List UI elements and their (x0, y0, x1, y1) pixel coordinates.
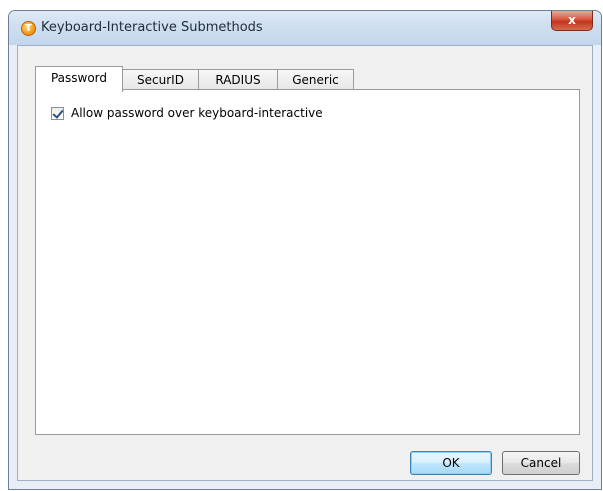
tab-radius[interactable]: RADIUS (198, 69, 278, 90)
allow-password-option[interactable]: Allow password over keyboard-interactive (51, 106, 323, 120)
tab-password[interactable]: Password (35, 66, 123, 92)
app-logo-icon: T (21, 21, 36, 36)
dialog-client-area: Password SecurID RADIUS Generic Allow pa… (17, 45, 593, 481)
title-bar[interactable]: T Keyboard-Interactive Submethods x (9, 11, 601, 45)
tab-panel-password: Allow password over keyboard-interactive (35, 89, 580, 435)
tab-generic[interactable]: Generic (277, 69, 354, 90)
cancel-button[interactable]: Cancel (502, 451, 580, 475)
ok-button[interactable]: OK (410, 451, 492, 475)
allow-password-checkbox[interactable] (51, 106, 64, 120)
dialog-window: T Keyboard-Interactive Submethods x Pass… (8, 10, 602, 490)
window-title: Keyboard-Interactive Submethods (41, 20, 263, 35)
allow-password-label[interactable]: Allow password over keyboard-interactive (71, 106, 323, 120)
tab-securid[interactable]: SecurID (122, 69, 199, 90)
close-button[interactable]: x (551, 11, 593, 31)
